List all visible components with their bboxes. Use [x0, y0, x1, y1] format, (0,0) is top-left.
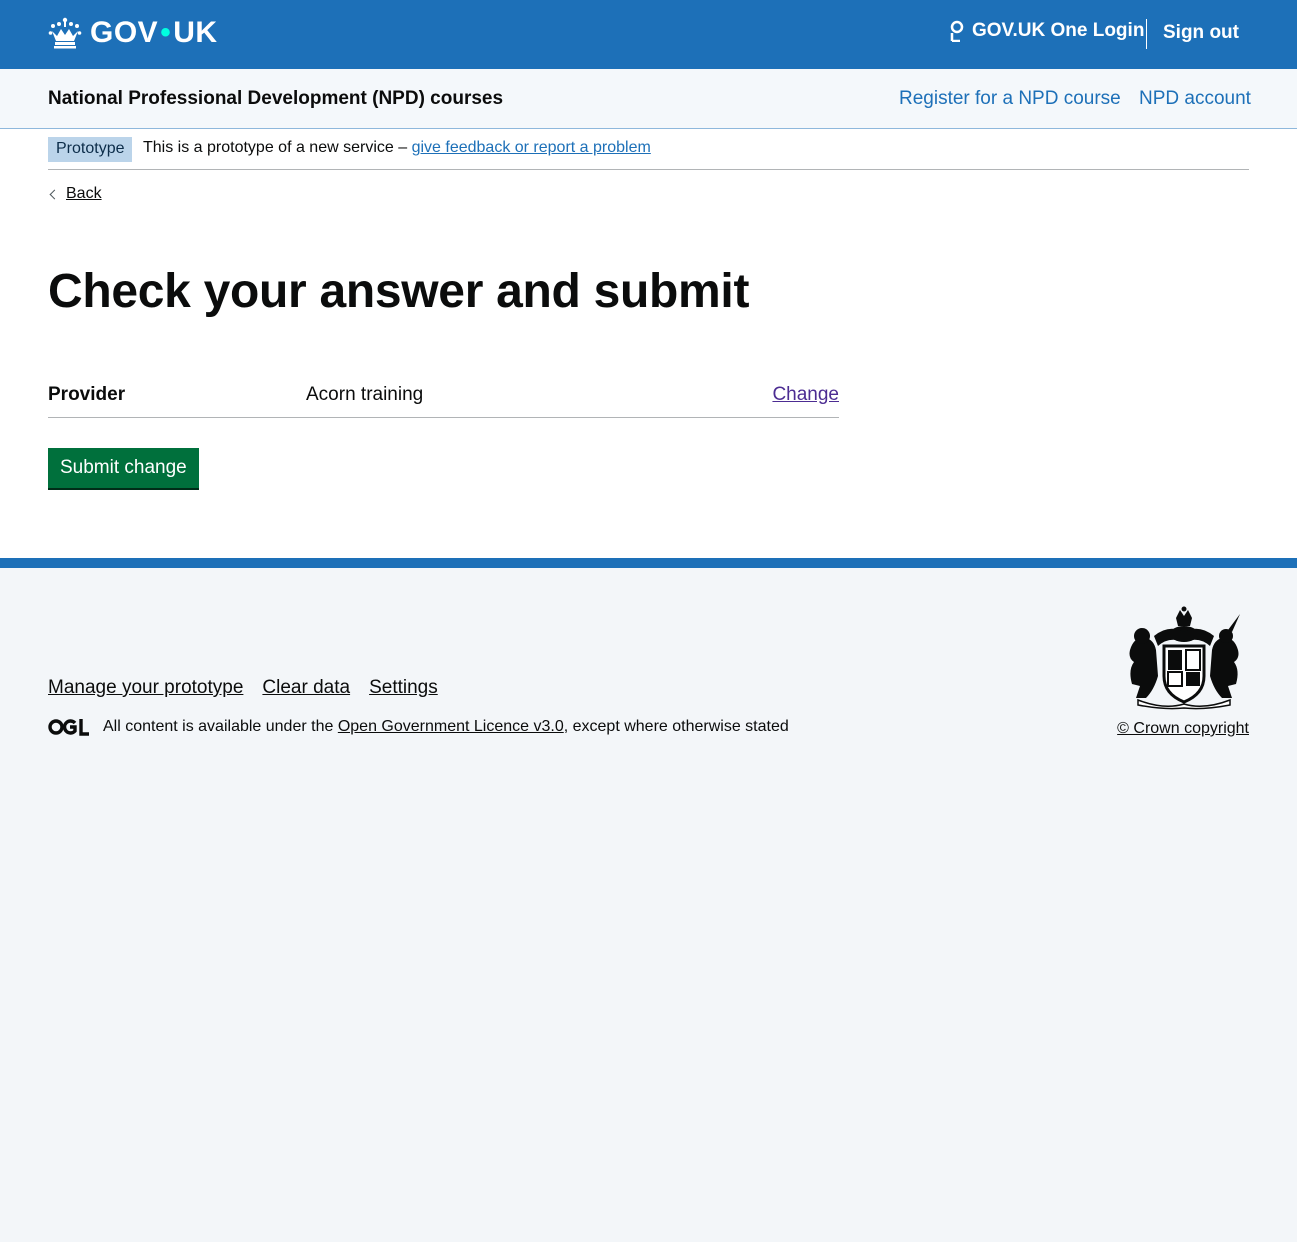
chevron-left-icon [49, 189, 60, 199]
govuk-logo-link[interactable]: GOV • UK [48, 16, 218, 50]
phase-banner: Prototype This is a prototype of a new s… [48, 129, 1249, 170]
logo-text-gov: GOV [90, 16, 159, 49]
page-title: Check your answer and submit [48, 265, 750, 318]
logo-text-uk: UK [173, 16, 218, 49]
back-link-label: Back [66, 185, 102, 202]
back-link[interactable]: Back [48, 185, 102, 203]
licence-statement: All content is available under the Open … [48, 718, 789, 736]
crown-copyright-link[interactable]: © Crown copyright [1117, 720, 1249, 738]
crown-icon [48, 17, 82, 49]
phase-banner-message: This is a prototype of a new service – [143, 139, 408, 156]
summary-row-provider: Provider Acorn training Change [48, 376, 839, 418]
service-navigation: National Professional Development (NPD) … [0, 69, 1297, 129]
manage-prototype-link[interactable]: Manage your prototype [48, 677, 243, 699]
phase-banner-text: This is a prototype of a new service – g… [143, 139, 651, 157]
ogl-licence-link[interactable]: Open Government Licence v3.0 [338, 718, 564, 736]
ogl-logo-icon [48, 719, 89, 736]
sign-out-link[interactable]: Sign out [1163, 22, 1239, 44]
person-icon [950, 20, 964, 42]
feedback-link[interactable]: give feedback or report a problem [412, 139, 651, 156]
summary-key: Provider [48, 384, 126, 405]
licence-prefix: All content is available under the [103, 718, 334, 735]
submit-change-button[interactable]: Submit change [48, 448, 199, 488]
summary-value: Acorn training [306, 384, 424, 405]
one-login-link[interactable]: GOV.UK One Login [948, 18, 1144, 44]
service-name[interactable]: National Professional Development (NPD) … [48, 88, 503, 110]
change-provider-link[interactable]: Change [772, 384, 839, 406]
logo-dot: • [160, 16, 172, 49]
settings-link[interactable]: Settings [369, 677, 438, 699]
royal-crest-icon [1129, 606, 1240, 710]
govuk-header: GOV • UK GOV.UK One Login Sign out [0, 0, 1297, 69]
one-login-label: GOV.UK One Login [972, 20, 1145, 41]
header-divider [1146, 19, 1147, 49]
licence-suffix: , except where otherwise stated [563, 718, 789, 735]
footer-top-border [0, 558, 1297, 568]
footer-links: Manage your prototype Clear data Setting… [48, 677, 457, 699]
nav-npd-account[interactable]: NPD account [1139, 88, 1251, 110]
nav-register-npd-course[interactable]: Register for a NPD course [899, 88, 1121, 110]
clear-data-link[interactable]: Clear data [262, 677, 350, 699]
prototype-tag: Prototype [48, 137, 133, 162]
